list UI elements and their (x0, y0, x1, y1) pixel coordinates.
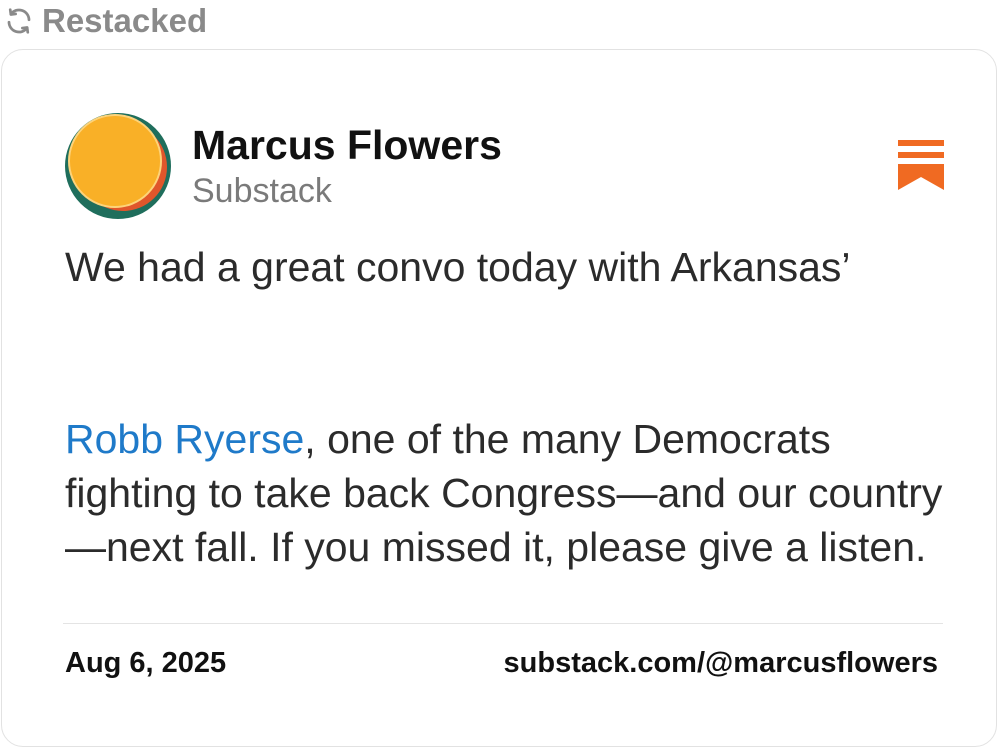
refresh-icon (4, 6, 34, 36)
avatar[interactable] (63, 111, 173, 221)
post-card[interactable]: Marcus Flowers Substack We had a great c… (1, 49, 997, 747)
author-platform: Substack (192, 172, 332, 210)
post-text-paragraph-2: Robb Ryerse, one of the many Democrats f… (65, 412, 945, 574)
author-name[interactable]: Marcus Flowers (192, 122, 502, 169)
post-text-paragraph-1: We had a great convo today with Arkansas… (65, 244, 851, 290)
post-date: Aug 6, 2025 (65, 647, 227, 679)
bookmark-icon[interactable] (898, 140, 944, 190)
restacked-banner: Restacked (4, 2, 207, 40)
profile-link[interactable]: substack.com/@marcusflowers (504, 647, 938, 680)
mention-link[interactable]: Robb Ryerse (65, 416, 304, 462)
divider (63, 623, 943, 624)
restacked-label: Restacked (42, 2, 208, 39)
